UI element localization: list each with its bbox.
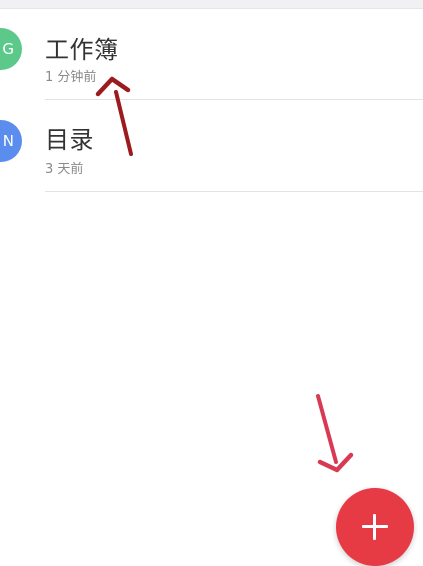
list-item-workbook[interactable]: G 工作簿 1 分钟前 <box>0 8 423 100</box>
divider <box>45 191 423 192</box>
item-title: 目录 <box>45 126 94 154</box>
item-timestamp: 3 天前 <box>45 162 84 177</box>
list-item-catalog[interactable]: N 目录 3 天前 <box>0 100 423 192</box>
file-list: G 工作簿 1 分钟前 N 目录 3 天前 <box>0 8 423 192</box>
item-timestamp: 1 分钟前 <box>45 70 97 85</box>
avatar: N <box>0 120 22 162</box>
item-title: 工作簿 <box>45 36 119 64</box>
add-button[interactable] <box>336 488 414 566</box>
avatar: G <box>0 28 22 70</box>
arrow-icon <box>316 394 354 473</box>
